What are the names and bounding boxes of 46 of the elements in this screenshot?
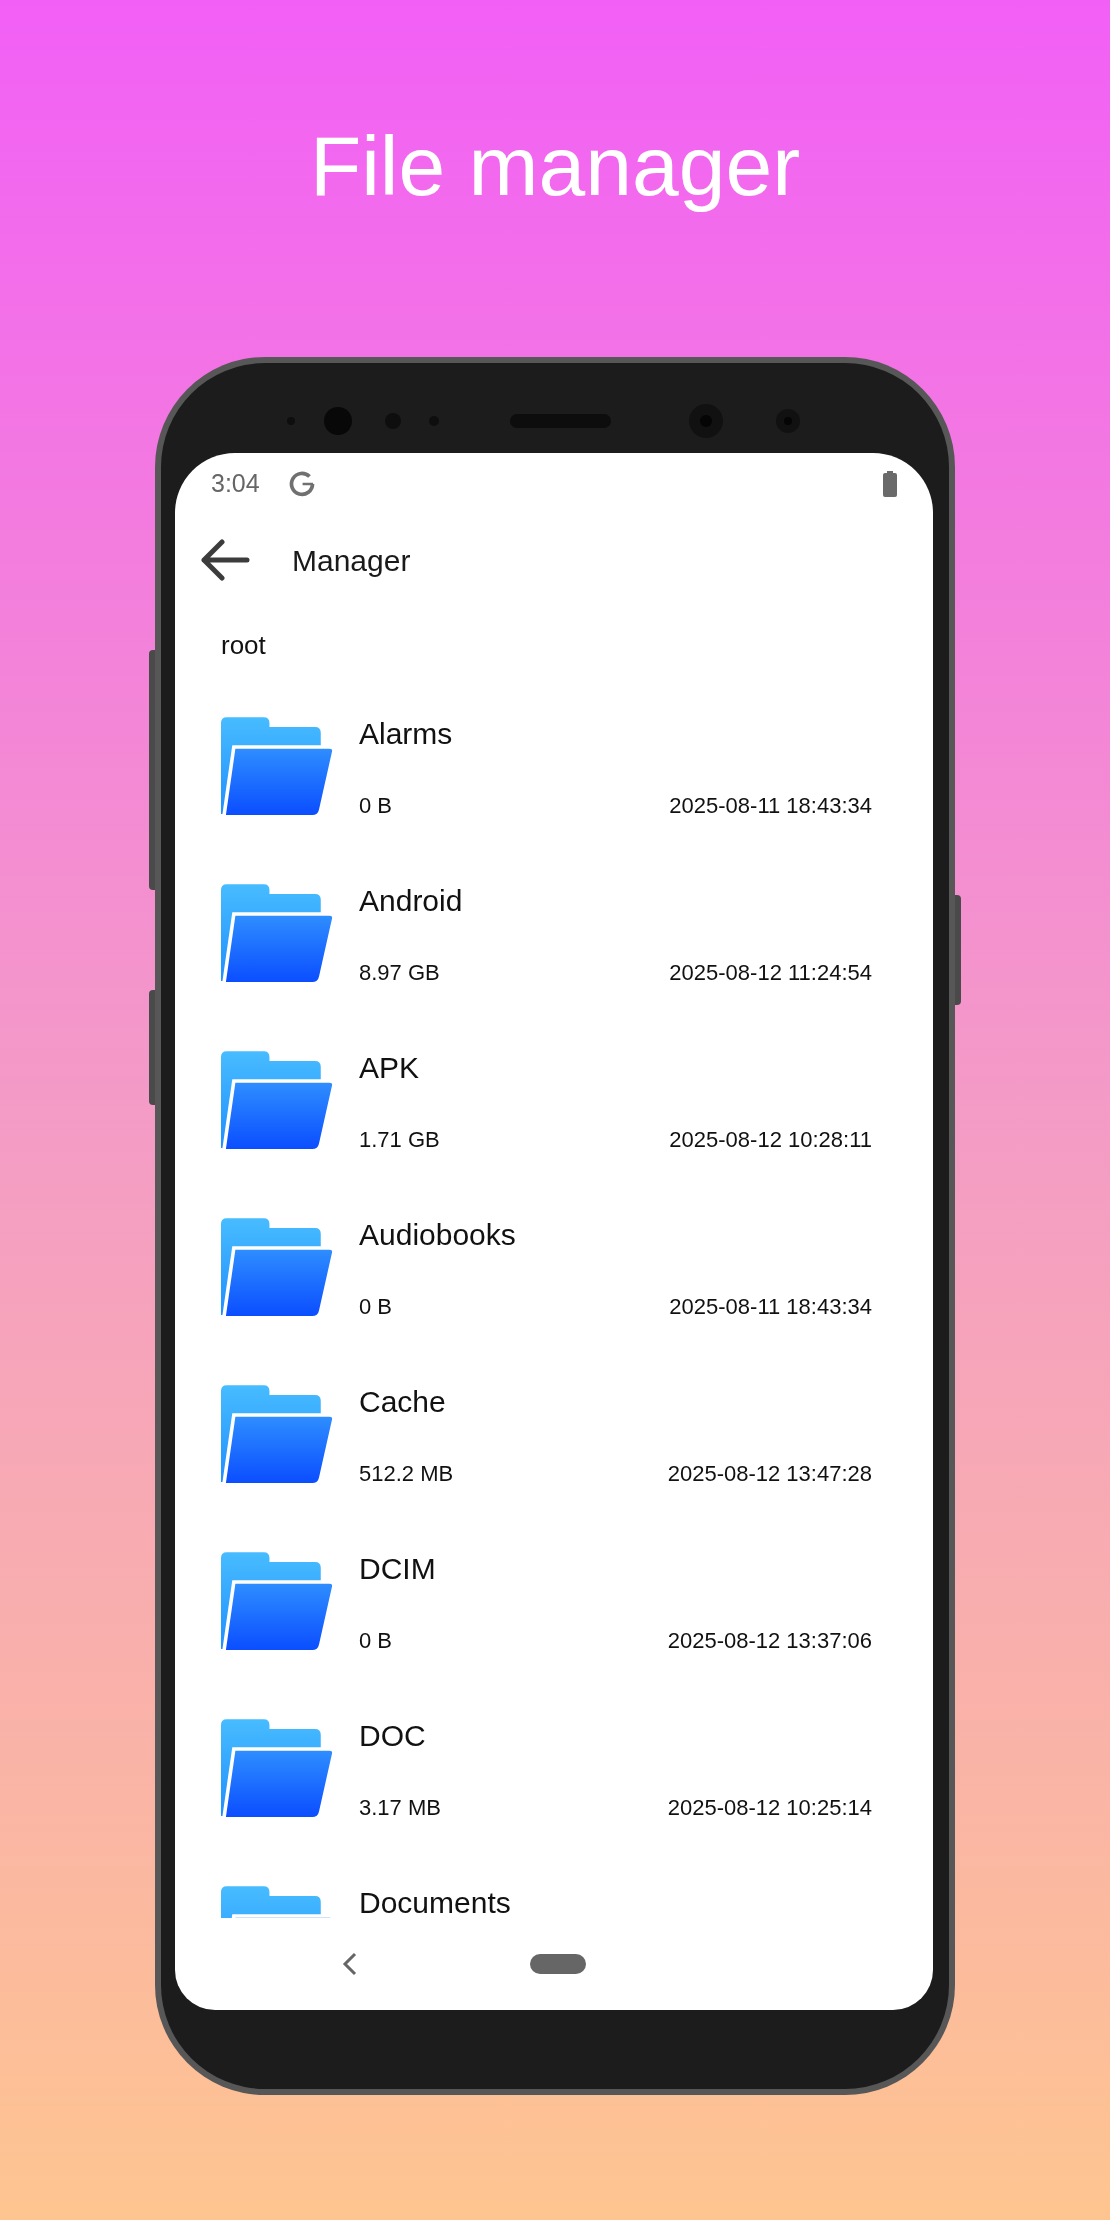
folder-size: 0 B (359, 1627, 393, 1655)
folder-row[interactable]: APK 1.71 GB 2025-08-12 10:28:11 (175, 1034, 933, 1201)
folder-size: 3.17 MB (359, 1794, 441, 1822)
folder-row[interactable]: Android 8.97 GB 2025-08-12 11:24:54 (175, 867, 933, 1034)
folder-row[interactable]: DOC 3.17 MB 2025-08-12 10:25:14 (175, 1702, 933, 1869)
folder-icon (221, 1552, 335, 1652)
folder-icon (221, 1218, 335, 1318)
folder-icon (221, 884, 335, 984)
nav-back-icon[interactable] (342, 1952, 358, 1976)
folder-row[interactable]: Alarms 0 B 2025-08-11 18:43:34 (175, 700, 933, 867)
modified-date: 2025-08-11 18:43:34 (669, 1293, 872, 1321)
folder-size: 0 B (359, 792, 393, 820)
modified-date: 2025-08-12 13:47:28 (667, 1460, 872, 1488)
folder-name: DOC (359, 1718, 426, 1754)
back-icon (200, 539, 250, 581)
folder-size: 8.97 GB (359, 959, 440, 987)
folder-row[interactable]: Audiobooks 0 B 2025-08-11 18:43:34 (175, 1201, 933, 1368)
folder-icon (221, 717, 335, 817)
folder-row[interactable]: Documents (175, 1869, 933, 1918)
modified-date: 2025-08-12 10:28:11 (669, 1126, 872, 1154)
folder-name: Cache (359, 1384, 446, 1420)
path-label: root (221, 628, 266, 662)
folder-size: 1.71 GB (359, 1126, 440, 1154)
folder-icon (221, 1385, 335, 1485)
home-pill[interactable] (530, 1954, 586, 1974)
folder-size: 512.2 MB (359, 1460, 454, 1488)
google-icon (287, 470, 316, 498)
modified-date: 2025-08-12 10:25:14 (667, 1794, 872, 1822)
folder-name: DCIM (359, 1551, 436, 1587)
folder-icon (221, 1051, 335, 1151)
battery-icon (883, 471, 897, 497)
app-bar-title: Manager (292, 542, 411, 579)
modified-date: 2025-08-12 11:24:54 (669, 959, 872, 987)
page-title: File manager (309, 118, 801, 215)
folder-row[interactable]: Cache 512.2 MB 2025-08-12 13:47:28 (175, 1368, 933, 1535)
folder-name: Audiobooks (359, 1217, 516, 1253)
folder-row[interactable]: DCIM 0 B 2025-08-12 13:37:06 (175, 1535, 933, 1702)
modified-date: 2025-08-11 18:43:34 (669, 792, 872, 820)
folder-name: Android (359, 883, 463, 919)
folder-name: APK (359, 1050, 420, 1086)
modified-date: 2025-08-12 13:37:06 (667, 1627, 872, 1655)
folder-name: Alarms (359, 716, 453, 752)
folder-name: Documents (359, 1885, 511, 1918)
status-time: 3:04 (211, 468, 260, 500)
folder-icon (221, 1719, 335, 1819)
folder-size: 0 B (359, 1293, 393, 1321)
